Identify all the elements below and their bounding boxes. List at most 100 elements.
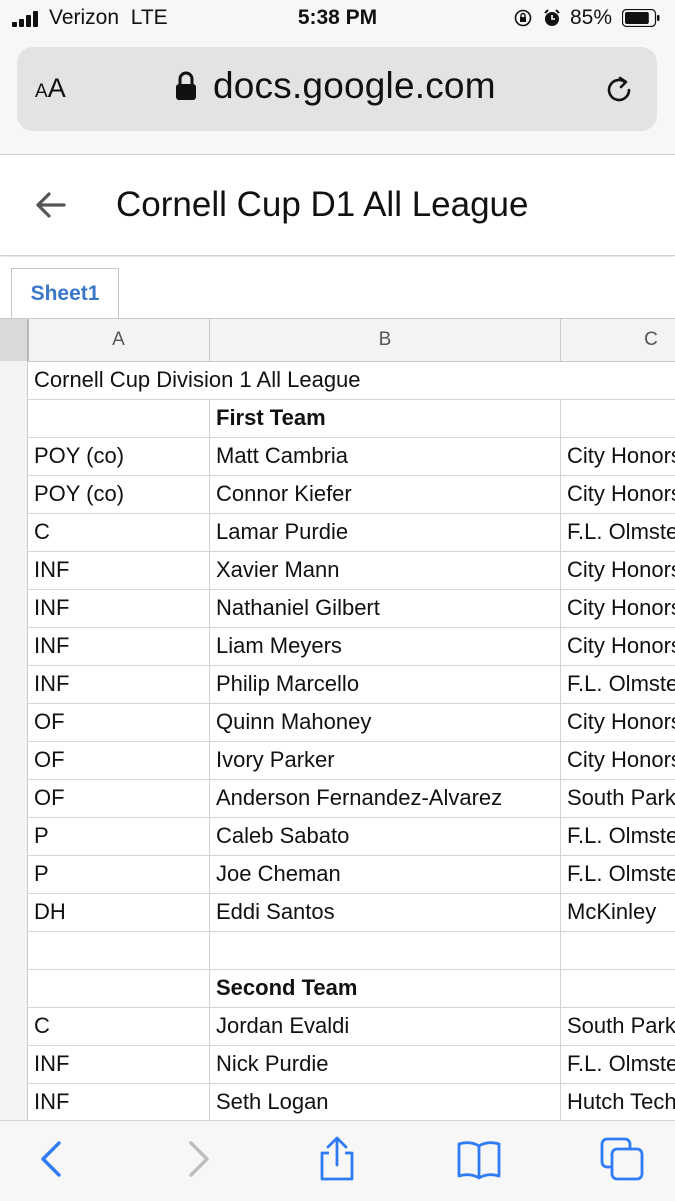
player-name-cell[interactable]: Ivory Parker [210, 741, 561, 779]
position-cell[interactable]: POY (co) [28, 437, 210, 475]
sheet-tabs: Sheet1 [0, 257, 675, 319]
player-name-cell[interactable]: Joe Cheman [210, 855, 561, 893]
back-icon[interactable] [29, 1135, 77, 1183]
row-number[interactable] [0, 969, 28, 1007]
school-cell[interactable]: City Honors [561, 703, 675, 741]
position-cell[interactable]: P [28, 817, 210, 855]
reload-icon[interactable] [603, 74, 635, 106]
team-heading-cell[interactable]: Second Team [210, 969, 561, 1007]
forward-icon[interactable] [173, 1135, 221, 1183]
school-cell[interactable]: South Park [561, 779, 675, 817]
position-cell[interactable]: INF [28, 1083, 210, 1121]
player-name-cell[interactable]: Lamar Purdie [210, 513, 561, 551]
position-cell[interactable]: INF [28, 665, 210, 703]
player-name-cell[interactable]: Nick Purdie [210, 1045, 561, 1083]
school-cell[interactable]: City Honors [561, 437, 675, 475]
table-row: PJoe ChemanF.L. Olmsted [0, 855, 675, 894]
player-name-cell[interactable] [210, 931, 561, 969]
position-cell[interactable]: DH [28, 893, 210, 931]
player-name-cell[interactable]: Eddi Santos [210, 893, 561, 931]
player-name-cell[interactable]: Nathaniel Gilbert [210, 589, 561, 627]
school-cell[interactable]: City Honors [561, 589, 675, 627]
row-number[interactable] [0, 855, 28, 893]
position-cell[interactable]: OF [28, 703, 210, 741]
column-header-b[interactable]: B [210, 319, 561, 361]
player-name-cell[interactable]: Philip Marcello [210, 665, 561, 703]
school-cell[interactable]: McKinley [561, 893, 675, 931]
school-cell[interactable]: F.L. Olmsted [561, 817, 675, 855]
position-cell[interactable]: INF [28, 1045, 210, 1083]
column-header-c[interactable]: C [561, 319, 675, 361]
row-number[interactable] [0, 817, 28, 855]
row-number[interactable] [0, 703, 28, 741]
position-cell[interactable]: P [28, 855, 210, 893]
table-row [0, 931, 675, 970]
row-number[interactable] [0, 627, 28, 665]
reader-options-button[interactable]: AA [35, 73, 66, 104]
player-name-cell[interactable]: Jordan Evaldi [210, 1007, 561, 1045]
document-title: Cornell Cup D1 All League [116, 185, 529, 224]
table-row: DH Eddi Santos McKinley [0, 893, 675, 932]
row-number[interactable] [0, 475, 28, 513]
row-number[interactable] [0, 893, 28, 931]
player-name-cell[interactable]: Caleb Sabato [210, 817, 561, 855]
position-cell[interactable]: INF [28, 551, 210, 589]
position-cell[interactable]: INF [28, 627, 210, 665]
position-cell[interactable]: C [28, 513, 210, 551]
school-cell[interactable]: F.L. Olmsted [561, 513, 675, 551]
position-cell[interactable] [28, 931, 210, 969]
position-cell[interactable]: C [28, 1007, 210, 1045]
row-number[interactable] [0, 779, 28, 817]
player-name-cell[interactable]: Anderson Fernandez-Alvarez [210, 779, 561, 817]
player-name-cell[interactable]: Connor Kiefer [210, 475, 561, 513]
row-number[interactable] [0, 1045, 28, 1083]
position-cell[interactable]: INF [28, 589, 210, 627]
back-arrow-icon[interactable] [30, 185, 70, 225]
position-cell[interactable] [28, 969, 210, 1007]
row-number[interactable] [0, 741, 28, 779]
school-cell[interactable]: City Honors [561, 551, 675, 589]
battery-percent: 85% [570, 6, 613, 29]
school-cell[interactable] [561, 399, 675, 437]
table-cell[interactable] [561, 361, 675, 399]
school-cell[interactable]: Hutch Tech [561, 1083, 675, 1121]
row-number[interactable] [0, 399, 28, 437]
row-number[interactable] [0, 513, 28, 551]
row-number[interactable] [0, 1007, 28, 1045]
position-cell[interactable]: OF [28, 741, 210, 779]
address-bar[interactable]: AA docs.google.com [17, 47, 657, 131]
row-number[interactable] [0, 551, 28, 589]
player-name-cell[interactable]: Matt Cambria [210, 437, 561, 475]
sheet-title-cell[interactable]: Cornell Cup Division 1 All League [28, 361, 561, 399]
school-cell[interactable] [561, 969, 675, 1007]
row-number[interactable] [0, 665, 28, 703]
school-cell[interactable]: City Honors [561, 475, 675, 513]
row-number[interactable] [0, 1083, 28, 1121]
school-cell[interactable]: F.L. Olmsted [561, 1045, 675, 1083]
select-all-corner[interactable] [0, 319, 29, 361]
school-cell[interactable] [561, 931, 675, 969]
row-number[interactable] [0, 437, 28, 475]
player-name-cell[interactable]: Quinn Mahoney [210, 703, 561, 741]
school-cell[interactable]: F.L. Olmsted [561, 855, 675, 893]
team-heading-cell[interactable]: First Team [210, 399, 561, 437]
school-cell[interactable]: F.L. Olmsted [561, 665, 675, 703]
bookmarks-icon[interactable] [455, 1135, 503, 1183]
share-icon[interactable] [313, 1135, 361, 1183]
row-number[interactable] [0, 589, 28, 627]
row-number[interactable] [0, 931, 28, 969]
player-name-cell[interactable]: Xavier Mann [210, 551, 561, 589]
player-name-cell[interactable]: Seth Logan [210, 1083, 561, 1121]
url-text[interactable]: docs.google.com [213, 65, 496, 107]
school-cell[interactable]: City Honors [561, 627, 675, 665]
row-number[interactable] [0, 361, 28, 399]
column-header-a[interactable]: A [28, 319, 210, 361]
tab-sheet1[interactable]: Sheet1 [11, 268, 119, 318]
school-cell[interactable]: South Park [561, 1007, 675, 1045]
tabs-icon[interactable] [598, 1135, 646, 1183]
position-cell[interactable] [28, 399, 210, 437]
school-cell[interactable]: City Honors [561, 741, 675, 779]
position-cell[interactable]: OF [28, 779, 210, 817]
position-cell[interactable]: POY (co) [28, 475, 210, 513]
player-name-cell[interactable]: Liam Meyers [210, 627, 561, 665]
